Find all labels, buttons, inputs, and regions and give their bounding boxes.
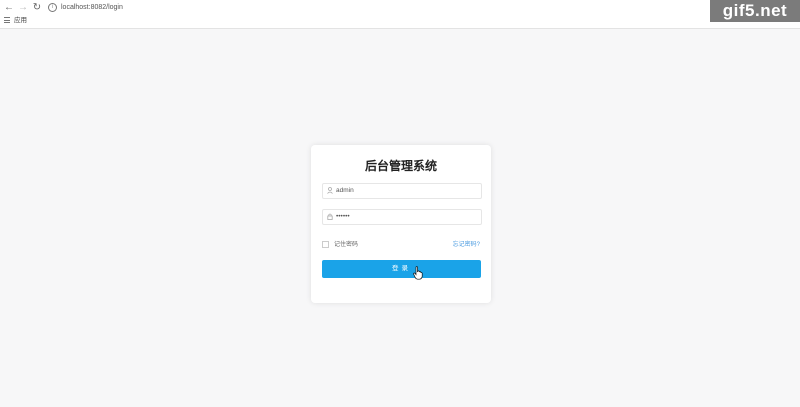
watermark-logo: gif5.net (710, 0, 800, 22)
username-value: admin (336, 187, 354, 194)
login-button[interactable]: 登录 (322, 260, 481, 278)
lock-icon (327, 213, 333, 220)
bookmarks-bar-apps[interactable]: 应用 (4, 16, 27, 26)
page-title: 后台管理系统 (364, 159, 437, 173)
info-icon[interactable]: i (48, 2, 57, 12)
apps-icon (4, 17, 10, 24)
checkbox-icon[interactable] (322, 240, 329, 248)
address-bar[interactable]: i localhost:8082/login (48, 2, 648, 14)
apps-label: 应用 (14, 17, 27, 24)
hand-cursor-icon (413, 266, 423, 280)
forward-arrow-icon[interactable]: → (17, 2, 29, 14)
remember-label: 记住密码 (334, 242, 359, 248)
password-field[interactable]: •••••• (322, 209, 482, 225)
reload-icon[interactable]: ↻ (31, 2, 43, 14)
back-arrow-icon[interactable]: ← (3, 2, 15, 14)
login-card: 后台管理系统 admin •••••• 记住密码 忘记密码? 登录 (311, 145, 491, 303)
browser-chrome: ← → ↻ i localhost:8082/login 应用 (0, 0, 800, 29)
forgot-password-link[interactable]: 忘记密码? (453, 240, 480, 250)
remember-password-checkbox[interactable]: 记住密码 (322, 240, 358, 250)
address-url: localhost:8082/login (61, 4, 123, 11)
user-icon (327, 187, 333, 194)
password-value: •••••• (336, 213, 350, 220)
username-field[interactable]: admin (322, 183, 482, 199)
